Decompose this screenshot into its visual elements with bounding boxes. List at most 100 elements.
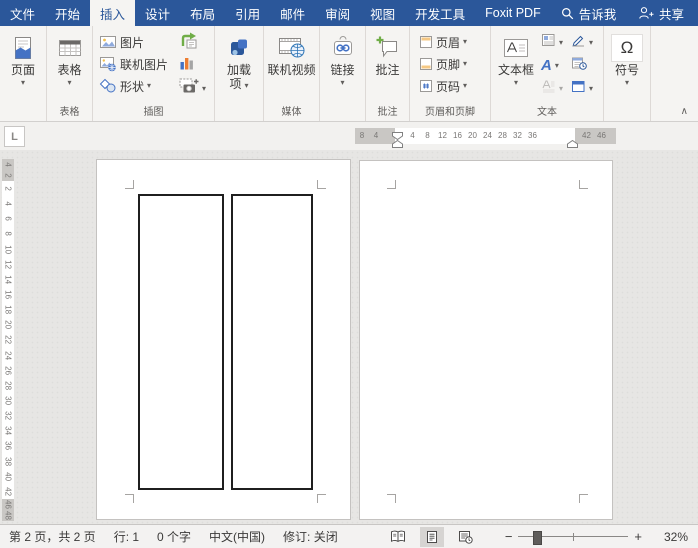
group-illustrations-label: 插图 [93, 107, 214, 118]
online-pictures-button[interactable]: 联机图片 [98, 53, 168, 75]
vruler-bottom-margin[interactable]: 4648 [2, 499, 14, 521]
dropdown-icon: ▾ [463, 82, 467, 90]
tab-design[interactable]: 设计 [135, 0, 180, 26]
online-pictures-icon [98, 56, 117, 72]
horizontal-ruler[interactable]: L 84 4812162024283236 4246 [0, 122, 698, 150]
tab-insert[interactable]: 插入 [90, 0, 135, 26]
picture-button[interactable]: 图片 [98, 31, 168, 53]
table-icon [57, 34, 83, 62]
pages-icon [11, 34, 35, 62]
smartart-button[interactable] [179, 31, 198, 54]
online-video-button[interactable]: 联机视频 [264, 26, 319, 77]
zoom-in-button[interactable]: + [628, 529, 648, 544]
dropdown-icon: ▾ [463, 38, 467, 46]
ruler-number: 32 [510, 128, 525, 144]
page-number-button[interactable]: 页码 ▾ [418, 75, 490, 97]
tab-file-label: 文件 [10, 4, 35, 23]
tab-review[interactable]: 审阅 [315, 0, 360, 26]
read-mode-button[interactable] [386, 527, 410, 547]
track-changes-indicator[interactable]: 修订: 关闭 [274, 528, 347, 545]
dropdown-icon: ▾ [559, 85, 563, 93]
dropdown-icon: ▾ [463, 60, 467, 68]
ruler-number: 8 [0, 228, 15, 240]
ruler-left-margin[interactable]: 84 [355, 128, 395, 144]
dropdown-icon: ▾ [625, 79, 629, 87]
object-button[interactable]: ▾ [571, 80, 601, 98]
margin-corner-mark [579, 494, 588, 503]
collapse-ribbon-button[interactable]: ∧ [681, 107, 688, 117]
footer-icon [418, 56, 433, 72]
ruler-text-area[interactable]: 4812162024283236 [395, 128, 575, 144]
rectangle-shape-1[interactable] [138, 194, 224, 490]
signature-line-icon [571, 33, 586, 52]
page-number-button-label: 页码 [436, 78, 460, 95]
ruler-number: 20 [465, 128, 480, 144]
pages-button[interactable]: 页面 ▾ [0, 26, 46, 87]
page-1[interactable] [96, 159, 351, 520]
footer-button[interactable]: 页脚 ▾ [418, 53, 490, 75]
symbol-button[interactable]: Ω 符号 ▾ [604, 26, 650, 87]
dropdown-icon: ▾ [589, 85, 593, 93]
rectangle-shape-2[interactable] [231, 194, 313, 490]
addins-button[interactable]: 加载项▾ [215, 26, 263, 91]
tab-review-label: 审阅 [325, 4, 350, 23]
dropdown-icon: ▾ [589, 39, 593, 47]
signature-line-button[interactable]: ▾ [571, 33, 601, 52]
ruler-number: 28 [0, 379, 15, 391]
zoom-slider[interactable] [518, 530, 628, 544]
zoom-slider-thumb[interactable] [533, 531, 542, 545]
ruler-right-margin[interactable]: 4246 [575, 128, 616, 144]
drop-cap-button[interactable]: ▾ [541, 79, 571, 98]
page-indicator[interactable]: 第 2 页，共 2 页 [0, 528, 105, 545]
date-time-button[interactable] [571, 56, 601, 75]
ruler-number: 16 [0, 289, 15, 301]
ruler-number: 20 [0, 319, 15, 331]
tab-foxit-pdf[interactable]: Foxit PDF [475, 0, 551, 26]
language-indicator[interactable]: 中文(中国) [200, 528, 274, 545]
tab-view[interactable]: 视图 [360, 0, 405, 26]
ruler-number: 2 [3, 170, 14, 182]
ruler-number: 10 [0, 243, 15, 255]
vruler-text-area[interactable]: 24681012141618202224262830323436384042 [2, 181, 14, 499]
tab-file[interactable]: 文件 [0, 0, 45, 26]
footer-button-label: 页脚 [436, 56, 460, 73]
tab-developer[interactable]: 开发工具 [405, 0, 475, 26]
zoom-percentage[interactable]: 32% [648, 530, 698, 544]
tab-foxit-pdf-label: Foxit PDF [485, 6, 541, 20]
header-button[interactable]: 页眉 ▾ [418, 31, 490, 53]
tab-developer-label: 开发工具 [415, 4, 465, 23]
page-2[interactable] [359, 160, 613, 520]
line-indicator[interactable]: 行: 1 [105, 528, 148, 545]
margin-corner-mark [125, 494, 134, 503]
tab-references[interactable]: 引用 [225, 0, 270, 26]
wordart-button[interactable]: A ▾ [541, 59, 571, 73]
table-button[interactable]: 表格 ▾ [47, 26, 92, 87]
zoom-out-button[interactable]: − [499, 529, 519, 544]
ruler-number: 12 [435, 128, 450, 144]
addins-icon [227, 34, 251, 62]
word-count[interactable]: 0 个字 [148, 528, 200, 545]
tab-mailings[interactable]: 邮件 [270, 0, 315, 26]
ruler-number: 2 [0, 183, 15, 195]
web-layout-button[interactable] [454, 527, 478, 547]
share-button[interactable]: 共享 [628, 0, 694, 26]
vruler-top-margin[interactable]: 42 [2, 159, 14, 181]
screenshot-button[interactable]: ▾ [179, 77, 206, 100]
search-icon [561, 7, 574, 20]
links-button[interactable]: 链接 ▾ [320, 26, 365, 87]
dropdown-icon: ▾ [202, 85, 206, 93]
comment-button[interactable]: 批注 [366, 26, 409, 77]
tab-home[interactable]: 开始 [45, 0, 90, 26]
document-canvas[interactable]: 42 2468101214161820222426283032343638404… [0, 150, 698, 524]
textbox-icon [502, 34, 530, 62]
tab-layout[interactable]: 布局 [180, 0, 225, 26]
tab-stop-selector[interactable]: L [4, 126, 25, 147]
tell-me-box[interactable]: 告诉我 [551, 0, 627, 26]
ruler-number: 34 [0, 425, 15, 437]
ruler-number: 22 [0, 334, 15, 346]
print-layout-button[interactable] [420, 527, 444, 547]
dropdown-icon: ▾ [340, 79, 344, 87]
shapes-button[interactable]: 形状 ▾ [98, 75, 168, 97]
chart-button[interactable] [179, 54, 195, 77]
quick-parts-button[interactable]: ▾ [541, 33, 571, 52]
